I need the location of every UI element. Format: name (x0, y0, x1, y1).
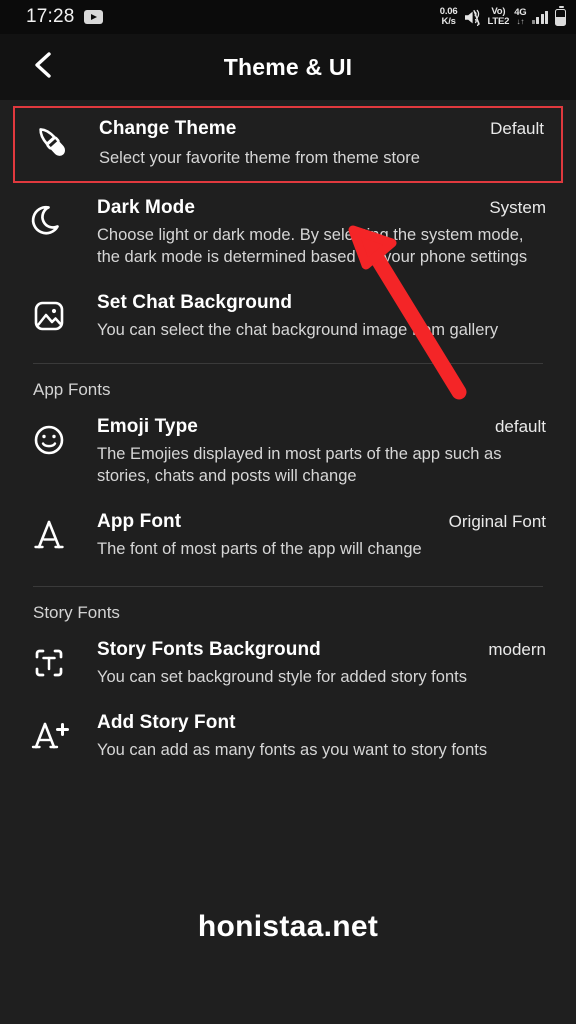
battery-icon (555, 5, 566, 26)
smiley-face-icon (30, 416, 78, 459)
setting-title: Set Chat Background (97, 292, 293, 313)
text-frame-icon (30, 639, 78, 682)
status-bar-left: 17:28 (26, 6, 103, 28)
setting-body: Add Story Font You can add as many fonts… (78, 712, 546, 761)
volte-label-bottom: LTE2 (487, 16, 510, 27)
status-clock: 17:28 (26, 6, 75, 27)
setting-description: You can add as many fonts as you want to… (97, 741, 488, 759)
setting-header: Emoji Type default (97, 416, 546, 438)
setting-title: Story Fonts Background (97, 639, 321, 660)
setting-value: default (494, 417, 546, 436)
setting-row-emoji-type[interactable]: Emoji Type default The Emojies displayed… (0, 406, 576, 497)
setting-description: Choose light or dark mode. By selecting … (97, 226, 528, 266)
setting-body: Change Theme Default Select your favorit… (80, 118, 544, 169)
setting-row-add-story-font[interactable]: Add Story Font You can add as many fonts… (0, 698, 576, 771)
setting-title: Emoji Type (97, 416, 198, 437)
phone-screen: 17:28 0.06 K/s Vo) LTE2 4G ↓↑ Theme & UI… (0, 0, 576, 1024)
section-label-story-fonts: Story Fonts (33, 603, 120, 622)
setting-description: The Emojies displayed in most parts of t… (97, 445, 502, 485)
volte-indicator: Vo) LTE2 (487, 6, 510, 28)
section-label-app-fonts: App Fonts (33, 380, 111, 399)
back-button[interactable] (16, 39, 72, 95)
image-icon (30, 292, 78, 335)
settings-list: Change Theme Default Select your favorit… (0, 100, 576, 1024)
status-bar: 17:28 0.06 K/s Vo) LTE2 4G ↓↑ (0, 0, 576, 34)
setting-header: App Font Original Font (97, 511, 546, 533)
setting-title: Change Theme (99, 118, 237, 139)
network-speed-unit: K/s (441, 16, 456, 27)
setting-description: You can select the chat background image… (97, 321, 499, 339)
setting-value: Original Font (448, 512, 546, 531)
setting-description: Select your favorite theme from theme st… (99, 149, 420, 167)
setting-body: Story Fonts Background modern You can se… (78, 639, 546, 688)
setting-body: Dark Mode System Choose light or dark mo… (78, 197, 546, 268)
setting-header: Story Fonts Background modern (97, 639, 546, 661)
setting-header: Dark Mode System (97, 197, 546, 219)
setting-description: The font of most parts of the app will c… (97, 540, 422, 558)
network-type-indicator: 4G ↓↑ (514, 7, 526, 27)
setting-body: Set Chat Background You can select the c… (78, 292, 546, 341)
a-plus-icon (30, 712, 78, 755)
youtube-icon (83, 10, 103, 24)
status-bar-right: 0.06 K/s Vo) LTE2 4G ↓↑ (440, 5, 566, 28)
network-speed-indicator: 0.06 K/s (440, 7, 458, 27)
setting-row-dark-mode[interactable]: Dark Mode System Choose light or dark mo… (0, 183, 576, 278)
watermark-text: honistaa.net (197, 910, 379, 943)
setting-header: Add Story Font (97, 712, 546, 734)
setting-title: Add Story Font (97, 712, 236, 733)
setting-title: Dark Mode (97, 197, 196, 218)
setting-title: App Font (97, 511, 182, 532)
setting-body: Emoji Type default The Emojies displayed… (78, 416, 546, 487)
setting-row-app-font[interactable]: App Font Original Font The font of most … (0, 497, 576, 570)
moon-icon (30, 197, 78, 240)
signal-bars-icon (531, 10, 548, 24)
app-bar: Theme & UI (0, 34, 576, 100)
serif-a-icon (30, 511, 78, 554)
setting-value: modern (488, 640, 546, 659)
page-title: Theme & UI (223, 53, 353, 80)
data-transfer-arrows-icon: ↓↑ (516, 17, 525, 27)
setting-row-change-theme[interactable]: Change Theme Default Select your favorit… (13, 106, 563, 183)
setting-header: Change Theme Default (99, 118, 544, 140)
paint-brush-icon (32, 118, 80, 161)
setting-value: System (489, 198, 546, 217)
setting-description: You can set background style for added s… (97, 668, 467, 686)
setting-row-set-chat-background[interactable]: Set Chat Background You can select the c… (0, 278, 576, 351)
volume-mute-icon (462, 9, 482, 26)
chevron-left-icon (31, 50, 57, 85)
setting-row-story-fonts-background[interactable]: Story Fonts Background modern You can se… (0, 629, 576, 698)
setting-value: Default (490, 119, 544, 138)
setting-header: Set Chat Background (97, 292, 546, 314)
setting-body: App Font Original Font The font of most … (78, 511, 546, 560)
